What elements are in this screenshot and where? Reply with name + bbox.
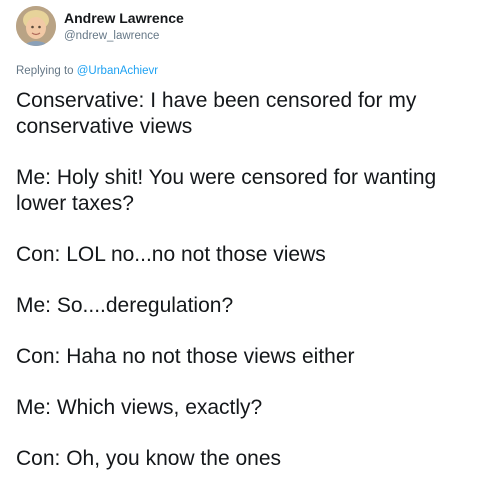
tweet-paragraph: Conservative: I have been censored for m… (16, 89, 417, 138)
tweet-text: Conservative: I have been censored for m… (16, 88, 491, 497)
user-avatar-photo-icon (16, 6, 56, 46)
avatar[interactable] (16, 6, 56, 46)
author-name[interactable]: Andrew Lawrence (64, 10, 184, 26)
tweet-paragraph: Con: LOL no...no not those views (16, 243, 326, 266)
author-handle[interactable]: @ndrew_lawrence (64, 30, 159, 42)
tweet-paragraph: Me: Which views, exactly? (16, 396, 263, 419)
replying-prefix: Replying to (16, 65, 77, 77)
tweet-paragraph: Con: Haha no not those views either (16, 345, 355, 368)
tweet-card: Andrew Lawrence @ndrew_lawrence Replying… (0, 0, 500, 500)
reply-mention-link[interactable]: @UrbanAchievr (77, 65, 158, 77)
tweet-paragraph: Me: So....deregulation? (16, 294, 234, 317)
tweet-paragraph: Me: Holy shit! You were censored for wan… (16, 166, 437, 215)
replying-to: Replying to @UrbanAchievr (16, 65, 158, 77)
tweet-paragraph: Con: Oh, you know the ones (16, 447, 281, 470)
